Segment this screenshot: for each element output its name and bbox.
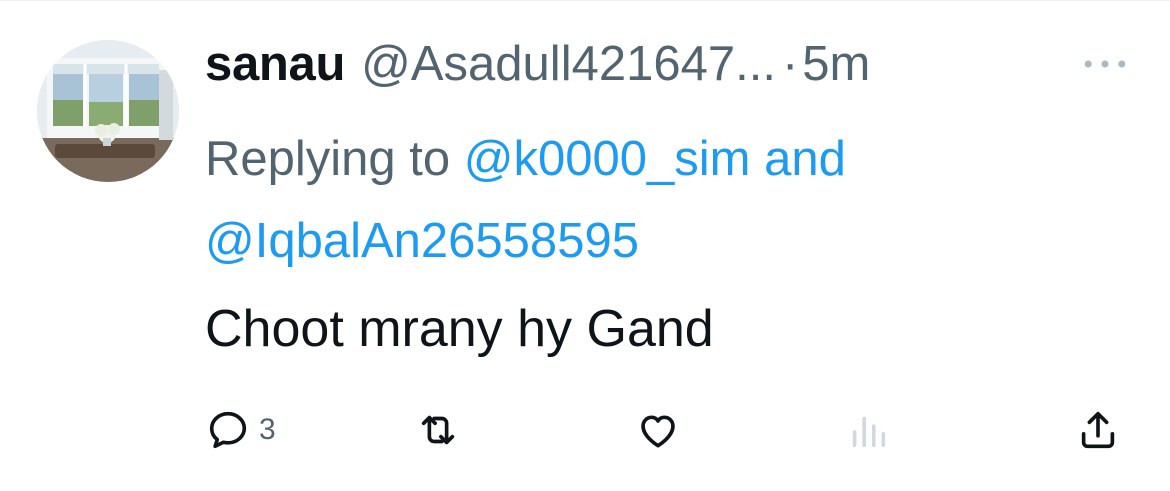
heart-icon bbox=[641, 415, 675, 448]
timestamp[interactable]: 5m bbox=[802, 36, 870, 92]
separator-dot: · bbox=[781, 37, 799, 91]
avatar-image bbox=[37, 40, 179, 182]
share-icon bbox=[1081, 411, 1115, 449]
avatar[interactable] bbox=[37, 40, 179, 182]
tweet[interactable]: sanau @Asadull421647... · 5m Replying to… bbox=[0, 0, 1170, 491]
more-horizontal-icon bbox=[1084, 60, 1126, 68]
more-button[interactable] bbox=[1073, 44, 1137, 84]
display-name[interactable]: sanau bbox=[205, 36, 345, 92]
tweet-header: sanau @Asadull421647... · 5m bbox=[205, 36, 1135, 100]
reply-count: 3 bbox=[259, 413, 276, 446]
views-icon bbox=[852, 416, 886, 448]
divider bbox=[0, 0, 1170, 1]
tweet-text: Choot mrany hy Gand bbox=[205, 300, 714, 358]
retweet-button[interactable] bbox=[415, 400, 461, 460]
reply-conjunction[interactable]: and bbox=[764, 132, 846, 186]
replying-to-label: Replying to bbox=[205, 132, 451, 186]
retweet-icon bbox=[421, 415, 455, 445]
tweet-content: sanau @Asadull421647... · 5m Replying to… bbox=[205, 36, 1135, 364]
mention-link[interactable]: @IqbalAn26558595 bbox=[205, 214, 639, 268]
share-button[interactable] bbox=[1075, 400, 1121, 460]
mention-link[interactable]: @k0000_sim bbox=[464, 132, 751, 186]
views-button[interactable] bbox=[845, 400, 891, 460]
user-handle[interactable]: @Asadull421647... bbox=[361, 36, 776, 92]
action-bar: 3 bbox=[205, 400, 1135, 460]
reply-button[interactable]: 3 bbox=[205, 400, 276, 460]
replying-to: Replying to @k0000_sim and @IqbalAn26558… bbox=[205, 118, 1135, 282]
reply-icon bbox=[209, 411, 247, 449]
like-button[interactable] bbox=[635, 400, 681, 460]
